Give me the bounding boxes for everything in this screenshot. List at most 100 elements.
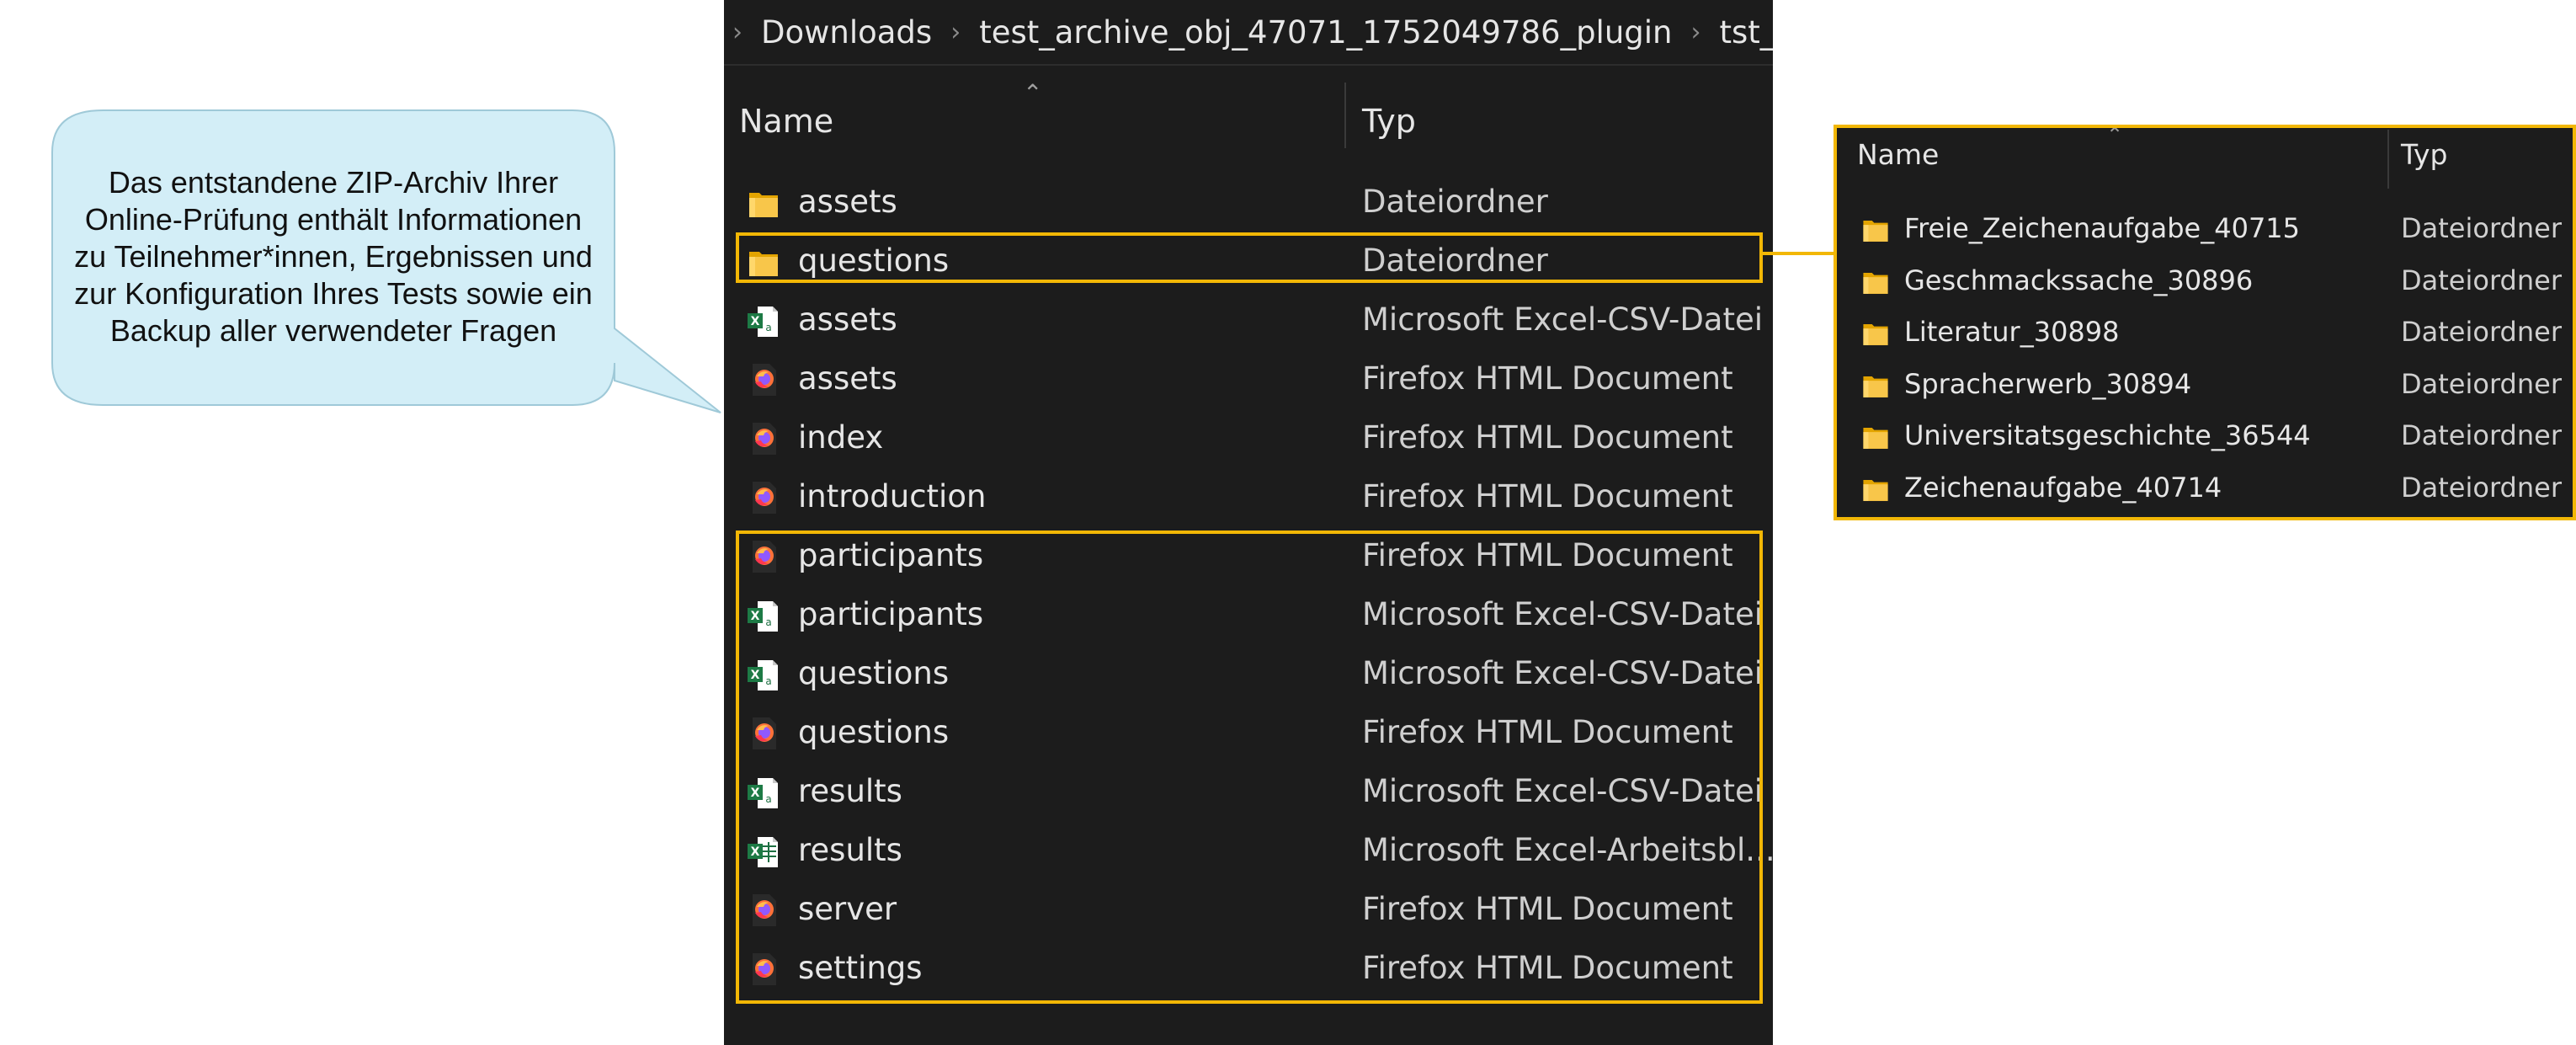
file-type: Dateiordner — [1362, 243, 1548, 279]
excel-csv-icon: aX — [746, 657, 781, 692]
column-header: ⌃ Name Typ — [724, 74, 1773, 155]
file-type: Firefox HTML Document — [1362, 891, 1733, 927]
column-header-name[interactable]: Name — [1857, 138, 1939, 171]
file-name: Literatur_30898 — [1904, 316, 2120, 348]
file-type: Dateiordner — [2401, 367, 2562, 400]
file-type: Firefox HTML Document — [1362, 950, 1733, 986]
file-name: server — [798, 891, 897, 927]
callout-line: zu Teilnehmer*innen, Ergebnissen und — [74, 239, 593, 274]
file-name: questions — [798, 655, 950, 691]
highlight-connector-line — [1762, 252, 1836, 255]
file-row-server[interactable]: server Firefox HTML Document — [724, 881, 1773, 940]
file-type: Firefox HTML Document — [1362, 478, 1733, 515]
svg-text:a: a — [765, 616, 771, 628]
folder-icon — [1860, 473, 1891, 504]
firefox-html-icon — [746, 893, 781, 928]
callout-line: zur Konfiguration Ihres Tests sowie ein — [74, 276, 593, 311]
file-type: Dateiordner — [2401, 212, 2562, 244]
file-explorer: › Downloads › test_archive_obj_47071_175… — [724, 0, 1773, 1045]
file-row-settings[interactable]: settings Firefox HTML Document — [724, 940, 1773, 999]
breadcrumb-item-downloads[interactable]: Downloads — [761, 14, 932, 51]
firefox-html-icon — [746, 362, 781, 397]
callout-line: Backup aller verwendeter Fragen — [109, 313, 557, 348]
file-name: participants — [798, 537, 984, 573]
firefox-html-icon — [746, 716, 781, 751]
firefox-html-icon — [746, 480, 781, 515]
file-type: Dateiordner — [2401, 264, 2562, 296]
folder-icon — [746, 244, 781, 280]
svg-text:X: X — [751, 786, 760, 800]
svg-text:X: X — [751, 610, 760, 623]
column-divider[interactable] — [2387, 130, 2389, 189]
file-name: settings — [798, 950, 923, 986]
file-name: results — [798, 773, 902, 809]
file-row-introduction[interactable]: introduction Firefox HTML Document — [724, 468, 1773, 527]
excel-csv-icon: aX — [746, 303, 781, 339]
file-row-universitatsgeschichte-36544[interactable]: Universitatsgeschichte_36544 Dateiordner — [1837, 411, 2573, 463]
file-name: questions — [798, 714, 950, 750]
sort-ascending-icon: ⌃ — [1023, 79, 1043, 107]
svg-text:X: X — [751, 845, 760, 859]
svg-text:a: a — [765, 322, 771, 333]
file-name: Spracherwerb_30894 — [1904, 367, 2192, 400]
sort-ascending-icon: ⌃ — [2106, 125, 2124, 147]
file-name: assets — [798, 301, 897, 338]
file-type: Microsoft Excel-CSV-Datei — [1362, 596, 1764, 632]
file-name: questions — [798, 243, 950, 279]
folder-list: Freie_Zeichenaufgabe_40715 Dateiordner Ges… — [1837, 204, 2573, 515]
folder-icon — [1860, 421, 1891, 451]
chevron-right-icon[interactable]: › — [732, 18, 742, 47]
file-row-results[interactable]: Xresults Microsoft Excel-Arbeitsbl... — [724, 822, 1773, 881]
file-row-index[interactable]: index Firefox HTML Document — [724, 409, 1773, 468]
file-type: Firefox HTML Document — [1362, 360, 1733, 397]
file-row-participants[interactable]: participants Firefox HTML Document — [724, 527, 1773, 586]
file-name: participants — [798, 596, 984, 632]
file-name: results — [798, 832, 902, 868]
file-row-questions[interactable]: questions Firefox HTML Document — [724, 704, 1773, 763]
file-row-freie-zeichenaufgabe-40715[interactable]: Freie_Zeichenaufgabe_40715 Dateiordner — [1837, 204, 2573, 256]
file-name: index — [798, 419, 884, 456]
excel-csv-icon: aX — [746, 775, 781, 810]
column-header-type[interactable]: Typ — [2401, 138, 2448, 171]
folder-icon — [1860, 266, 1891, 296]
excel-workbook-icon: X — [746, 834, 781, 869]
column-divider[interactable] — [1344, 83, 1346, 148]
file-name: Geschmackssache_30896 — [1904, 264, 2254, 296]
chevron-right-icon[interactable]: › — [1691, 18, 1701, 47]
file-type: Firefox HTML Document — [1362, 537, 1733, 573]
file-row-assets[interactable]: assets Dateiordner — [724, 173, 1773, 232]
file-row-questions[interactable]: a X questions Microsoft Excel-CSV-Datei — [724, 645, 1773, 704]
file-row-questions[interactable]: questions Dateiordner — [724, 232, 1773, 291]
breadcrumb: › Downloads › test_archive_obj_47071_175… — [724, 0, 1773, 66]
column-header-name[interactable]: Name — [739, 103, 833, 140]
chevron-right-icon[interactable]: › — [950, 18, 961, 47]
file-row-results[interactable]: a X results Microsoft Excel-CSV-Datei — [724, 763, 1773, 822]
folder-icon — [1860, 214, 1891, 244]
excel-csv-icon: aX — [746, 598, 781, 633]
file-type: Dateiordner — [2401, 419, 2562, 451]
file-row-literatur-30898[interactable]: Literatur_30898 Dateiordner — [1837, 307, 2573, 360]
file-row-spracherwerb-30894[interactable]: Spracherwerb_30894 Dateiordner — [1837, 360, 2573, 412]
breadcrumb-item-archive[interactable]: test_archive_obj_47071_1752049786_plugin — [979, 14, 1672, 51]
file-row-assets[interactable]: assets Firefox HTML Document — [724, 350, 1773, 409]
file-row-geschmackssache-30896[interactable]: Geschmackssache_30896 Dateiordner — [1837, 256, 2573, 308]
file-type: Dateiordner — [2401, 316, 2562, 348]
file-type: Microsoft Excel-CSV-Datei — [1362, 773, 1764, 809]
file-type: Firefox HTML Document — [1362, 714, 1733, 750]
file-row-zeichenaufgabe-40714[interactable]: Zeichenaufgabe_40714 Dateiordner — [1837, 463, 2573, 515]
file-name: Universitatsgeschichte_36544 — [1904, 419, 2311, 451]
column-header-type[interactable]: Typ — [1362, 103, 1416, 140]
firefox-html-icon — [746, 421, 781, 456]
file-row-assets[interactable]: a X assets Microsoft Excel-CSV-Datei — [724, 291, 1773, 350]
file-name: assets — [798, 360, 897, 397]
file-row-participants[interactable]: a Xparticipants Microsoft Excel-CSV-Datei — [724, 586, 1773, 645]
file-type: Microsoft Excel-CSV-Datei — [1362, 655, 1764, 691]
file-name: Freie_Zeichenaufgabe_40715 — [1904, 212, 2301, 244]
folder-icon — [1860, 370, 1891, 400]
file-type: Microsoft Excel-CSV-Datei — [1362, 301, 1764, 338]
file-name: Zeichenaufgabe_40714 — [1904, 471, 2222, 504]
breadcrumb-item-tst[interactable]: tst_4707 — [1720, 14, 1773, 51]
file-name: introduction — [798, 478, 987, 515]
questions-folder-panel: ⌃ Name Typ Freie_Zeichenaufgabe_40715 Dat… — [1834, 125, 2576, 520]
file-type: Dateiordner — [2401, 471, 2562, 504]
